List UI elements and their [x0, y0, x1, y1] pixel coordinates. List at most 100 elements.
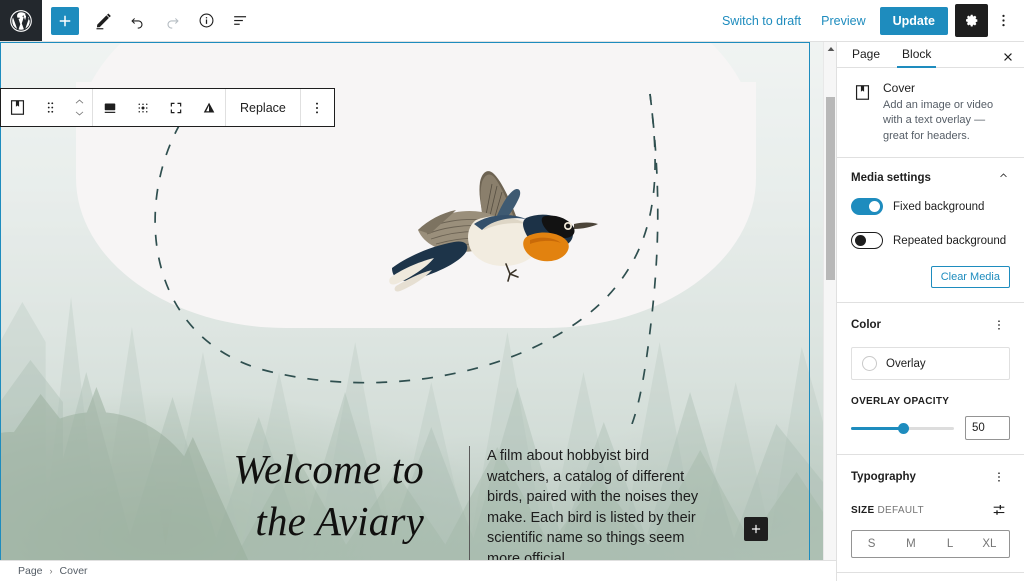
switch-to-draft-button[interactable]: Switch to draft [712, 8, 811, 34]
undo-arrow-icon[interactable] [121, 4, 155, 38]
cover-block-icon [851, 82, 873, 104]
hero-right-column: A film about hobbyist bird watchers, a c… [469, 446, 699, 561]
clear-media-button[interactable]: Clear Media [930, 266, 1010, 289]
cover-inner-content: Welcome to the Aviary A film about hobby… [0, 372, 823, 561]
dimensions-header: Dimensions [837, 573, 1024, 581]
block-options-kebab-icon[interactable] [301, 89, 334, 126]
hero-heading[interactable]: Welcome to the Aviary [124, 444, 424, 547]
top-bar-spacer [257, 0, 712, 41]
block-card-text: Cover Add an image or video with a text … [883, 81, 1010, 145]
media-settings-header[interactable]: Media settings [837, 158, 1024, 198]
block-appender-plus-icon[interactable] [744, 517, 768, 541]
breadcrumb-item-page[interactable]: Page [18, 565, 43, 577]
repeated-background-label: Repeated background [893, 234, 1007, 247]
size-value: DEFAULT [877, 504, 924, 516]
change-content-position-icon[interactable] [126, 89, 159, 126]
dimensions-panel: Dimensions PADDING [837, 573, 1024, 581]
overlay-opacity-row [851, 416, 1010, 441]
flying-bird-image [389, 171, 598, 292]
scrollbar-up-arrow-icon[interactable] [824, 42, 836, 55]
color-panel: Color Overlay OVERLAY OPACITY [837, 303, 1024, 456]
top-bar-right-actions: Switch to draft Preview Update [712, 0, 1024, 41]
overlay-color-button[interactable]: Overlay [851, 347, 1010, 381]
font-size-xl[interactable]: XL [970, 531, 1009, 557]
slider-thumb[interactable] [897, 423, 909, 435]
font-size-settings-sliders-icon[interactable] [988, 499, 1010, 521]
duotone-filter-icon[interactable] [192, 89, 225, 126]
redo-arrow-icon[interactable] [155, 4, 189, 38]
font-size-l[interactable]: L [931, 531, 970, 557]
block-toolbar-group-replace: Replace [226, 89, 301, 126]
add-block-button[interactable] [51, 6, 79, 35]
toggle-knob [855, 235, 866, 247]
media-settings-panel: Media settings Fixed background Repeated [837, 158, 1024, 304]
repeated-background-row: Repeated background [851, 232, 1010, 250]
block-card-description: Add an image or video with a text overla… [883, 98, 994, 142]
block-mover[interactable] [67, 89, 92, 126]
color-options-kebab-icon[interactable] [988, 314, 1010, 336]
font-size-s[interactable]: S [852, 531, 891, 557]
block-card-title: Cover [883, 80, 916, 95]
typography-options-kebab-icon[interactable] [988, 466, 1010, 488]
block-card: Cover Add an image or video with a text … [851, 81, 1010, 145]
color-body: Overlay OVERLAY OPACITY [837, 347, 1024, 454]
tools-pencil-icon[interactable] [87, 4, 121, 38]
toggle-knob [869, 201, 880, 213]
size-word: SIZE [851, 504, 875, 516]
repeated-background-toggle[interactable] [851, 232, 883, 250]
font-size-label-row: SIZE DEFAULT [851, 499, 1010, 521]
font-size-label: SIZE DEFAULT [851, 505, 924, 516]
fixed-background-label: Fixed background [893, 200, 985, 213]
canvas-scrollbar[interactable] [823, 42, 836, 581]
full-width-align-icon[interactable] [93, 89, 126, 126]
overlay-opacity-label: OVERLAY OPACITY [851, 396, 950, 408]
breadcrumb-item-cover[interactable]: Cover [60, 565, 88, 577]
typography-body: SIZE DEFAULT S M L XL [837, 499, 1024, 572]
editor-body: Welcome to the Aviary A film about hobby… [0, 42, 1024, 581]
font-size-m[interactable]: M [891, 531, 930, 557]
media-settings-body: Fixed background Repeated background Cle… [837, 198, 1024, 302]
hero-heading-line-1: Welcome to [233, 446, 424, 492]
info-circle-icon[interactable] [189, 4, 223, 38]
block-card-section: Cover Add an image or video with a text … [837, 68, 1024, 159]
tab-block[interactable]: Block [891, 42, 942, 67]
block-toolbar-group-media [93, 89, 226, 126]
chevron-up-icon [997, 169, 1010, 187]
preview-button[interactable]: Preview [811, 8, 875, 34]
overlay-color-label: Overlay [886, 357, 926, 370]
more-options-kebab-icon[interactable] [988, 4, 1018, 37]
overlay-opacity-input[interactable] [965, 416, 1010, 441]
fixed-background-toggle[interactable] [851, 198, 883, 216]
close-sidebar-x-icon[interactable] [996, 45, 1020, 69]
scrollbar-thumb[interactable] [826, 97, 835, 280]
breadcrumb: Page › Cover [0, 560, 836, 581]
sidebar-tabs: Page Block [837, 42, 1024, 68]
breadcrumb-separator-icon: › [49, 566, 53, 576]
editor-canvas: Welcome to the Aviary A film about hobby… [0, 42, 836, 581]
typography-header: Typography [837, 455, 1024, 499]
update-button[interactable]: Update [879, 6, 948, 35]
slider-fill [851, 427, 903, 431]
clear-media-row: Clear Media [851, 266, 1010, 289]
sidebar-scroll-area: Cover Add an image or video with a text … [837, 68, 1024, 581]
settings-gear-icon[interactable] [955, 4, 988, 37]
block-toolbar: Replace [0, 88, 335, 127]
hero-heading-line-2: the Aviary [255, 497, 424, 544]
toggle-full-height-icon[interactable] [159, 89, 192, 126]
settings-sidebar: Page Block Cover Add an image or video w… [836, 42, 1024, 581]
wordpress-logo-icon[interactable] [0, 0, 42, 41]
block-toolbar-group-type [1, 89, 93, 126]
hero-paragraph[interactable]: A film about hobbyist bird watchers, a c… [469, 446, 699, 561]
typography-title: Typography [851, 471, 916, 484]
block-toolbar-group-more [301, 89, 334, 126]
drag-handle-icon[interactable] [34, 89, 67, 126]
overlay-opacity-slider[interactable] [851, 421, 954, 435]
overlay-color-swatch [862, 356, 877, 372]
cover-block-icon[interactable] [1, 89, 34, 126]
list-view-icon[interactable] [223, 4, 257, 38]
fixed-background-row: Fixed background [851, 198, 1010, 216]
tab-page[interactable]: Page [841, 42, 891, 67]
replace-button[interactable]: Replace [226, 89, 300, 126]
font-size-segmented-control: S M L XL [851, 530, 1010, 559]
editor-top-bar: Switch to draft Preview Update [0, 0, 1024, 42]
